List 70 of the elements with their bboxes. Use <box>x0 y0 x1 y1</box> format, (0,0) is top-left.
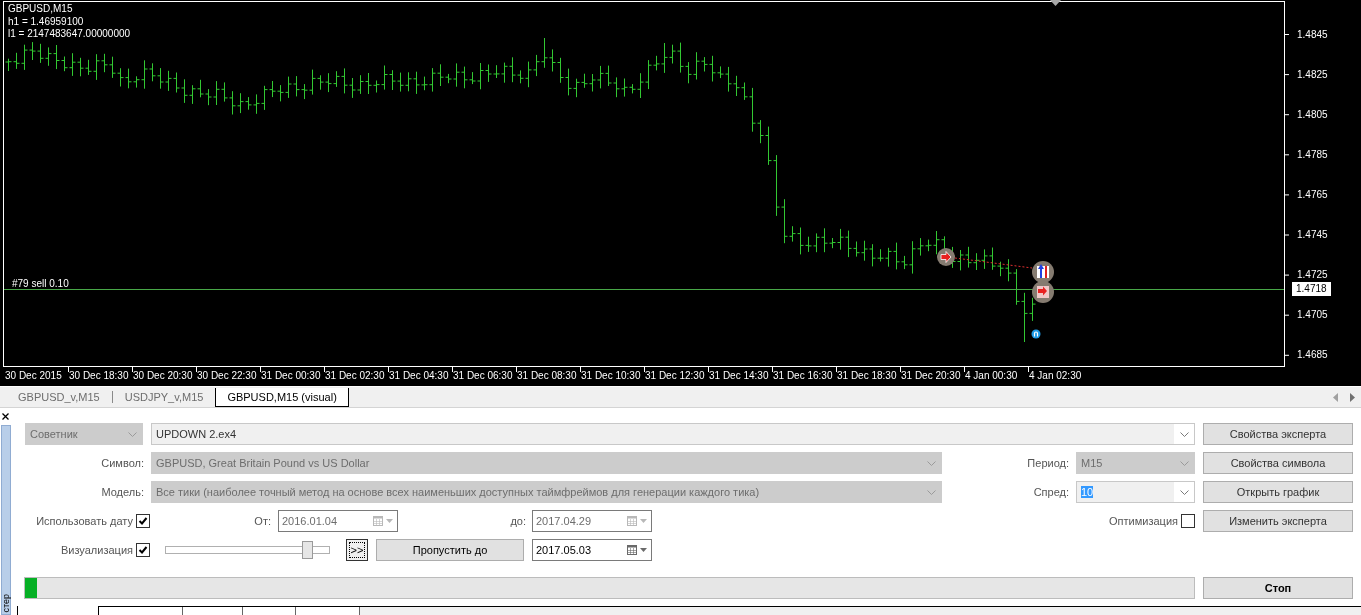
calendar-icon[interactable] <box>627 545 637 555</box>
time-label: 4 Jan 02:30 <box>1029 370 1082 382</box>
optimization-label: Оптимизация <box>1109 515 1178 527</box>
use-date-label: Использовать дату <box>36 515 133 527</box>
time-label: 31 Dec 20:30 <box>901 370 961 382</box>
triangle-marker-icon <box>1050 0 1061 6</box>
price-label: 1.4785 <box>1297 148 1328 160</box>
time-label: 30 Dec 2015 <box>5 370 62 382</box>
date-field[interactable]: 2017.05.03 <box>532 539 652 561</box>
chart-tab[interactable]: USDJPY_v,M15 <box>112 388 216 407</box>
time-label: 30 Dec 22:30 <box>197 370 257 382</box>
arrow-right-icon[interactable] <box>1350 392 1355 402</box>
time-label: 30 Dec 20:30 <box>133 370 193 382</box>
panel-title: стер <box>1 594 11 613</box>
caret-icon[interactable] <box>640 548 647 552</box>
time-label: 31 Dec 12:30 <box>645 370 705 382</box>
date-to-label: до: <box>510 515 526 527</box>
visualization-label: Визуализация <box>60 544 133 556</box>
arrow-marker-icon <box>1032 261 1054 283</box>
time-label: 31 Dec 06:30 <box>453 370 513 382</box>
chart-tab[interactable]: GBPUSD,M15 (visual) <box>215 388 349 407</box>
indicator-value: h1 = 1.46959100 <box>8 15 84 28</box>
price-label: 1.4685 <box>1297 349 1328 361</box>
close-icon[interactable] <box>2 413 9 420</box>
modify-expert-button[interactable]: Изменить эксперта <box>1203 510 1353 532</box>
spread-label: Спред: <box>1033 486 1069 498</box>
date-from-label: От: <box>254 515 271 527</box>
model-label: Модель: <box>101 486 144 498</box>
expert-dropdown[interactable]: UPDOWN 2.ex4 <box>151 423 1195 445</box>
symbol-label: Символ: <box>101 457 144 469</box>
price-label: 1.4845 <box>1297 28 1328 40</box>
price-label: 1.4725 <box>1297 269 1328 281</box>
step-button[interactable]: >> <box>346 539 368 561</box>
price-label: 1.4705 <box>1297 309 1328 321</box>
chart-title: GBPUSD,M15 <box>8 3 73 16</box>
round-marker-icon <box>1031 329 1041 339</box>
time-label: 30 Dec 18:30 <box>69 370 129 382</box>
indicator-value: l1 = 2147483647.00000000 <box>8 28 131 41</box>
time-label: 31 Dec 10:30 <box>581 370 641 382</box>
arrow-marker-icon <box>937 248 955 266</box>
price-label: 1.4805 <box>1297 108 1328 120</box>
time-label: 31 Dec 18:30 <box>837 370 897 382</box>
checkbox[interactable] <box>1181 514 1195 528</box>
expert-properties-button[interactable]: Свойства эксперта <box>1203 423 1353 445</box>
stop-button[interactable]: Стоп <box>1203 577 1353 599</box>
symbol-properties-button[interactable]: Свойства символа <box>1203 452 1353 474</box>
time-label: 31 Dec 04:30 <box>389 370 449 382</box>
price-label: 1.4825 <box>1297 68 1328 80</box>
time-label: 31 Dec 16:30 <box>773 370 833 382</box>
time-label: 31 Dec 08:30 <box>517 370 577 382</box>
price-label: 1.4745 <box>1297 229 1328 240</box>
checkbox[interactable] <box>136 514 150 528</box>
time-label: 4 Jan 00:30 <box>965 370 1018 382</box>
checkbox[interactable] <box>136 543 150 557</box>
chevron-down-icon[interactable] <box>1179 431 1189 437</box>
time-label: 31 Dec 02:30 <box>325 370 385 382</box>
open-chart-button[interactable]: Открыть график <box>1203 481 1353 503</box>
chart-tab[interactable]: GBPUSD_v,M15 <box>6 388 112 407</box>
period-label: Период: <box>1027 457 1069 469</box>
price-tag: 1.4718 <box>1292 282 1331 296</box>
time-label: 31 Dec 14:30 <box>709 370 769 382</box>
order-label: #79 sell 0.10 <box>12 278 69 289</box>
speed-slider[interactable] <box>165 541 330 559</box>
arrow-marker-icon <box>1032 281 1054 303</box>
slider-thumb[interactable] <box>302 541 314 559</box>
skip-to-button[interactable]: Пропустить до <box>376 539 524 561</box>
time-label: 31 Dec 00:30 <box>261 370 321 382</box>
arrow-left-icon[interactable] <box>1333 392 1338 402</box>
price-label: 1.4765 <box>1297 188 1328 200</box>
chevron-down-icon[interactable] <box>1179 489 1189 495</box>
